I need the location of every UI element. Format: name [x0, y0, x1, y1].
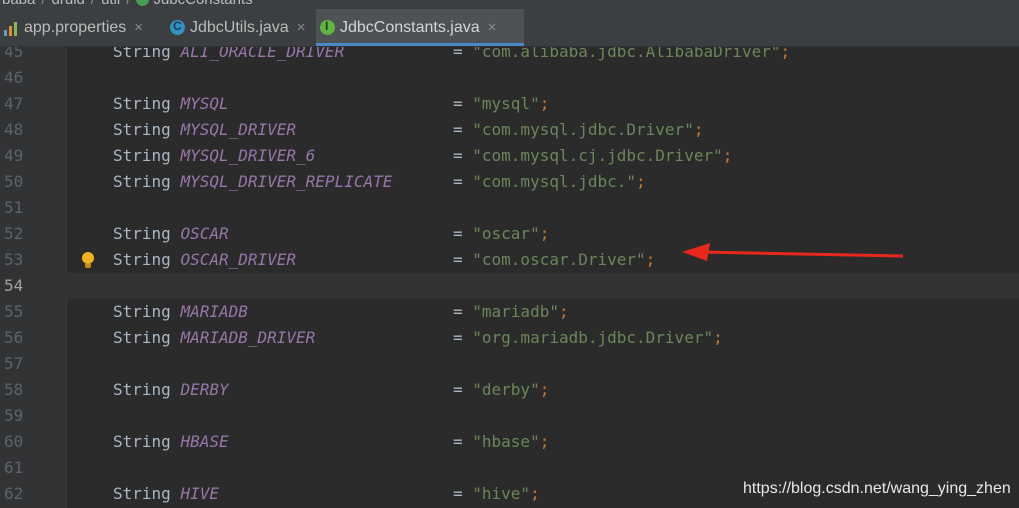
red-arrow-annotation: [682, 243, 904, 261]
watermark-url: https://blog.csdn.net/wang_ying_zhen: [743, 480, 1011, 497]
arrow-shaft: [699, 250, 904, 258]
arrow-head: [682, 243, 710, 261]
